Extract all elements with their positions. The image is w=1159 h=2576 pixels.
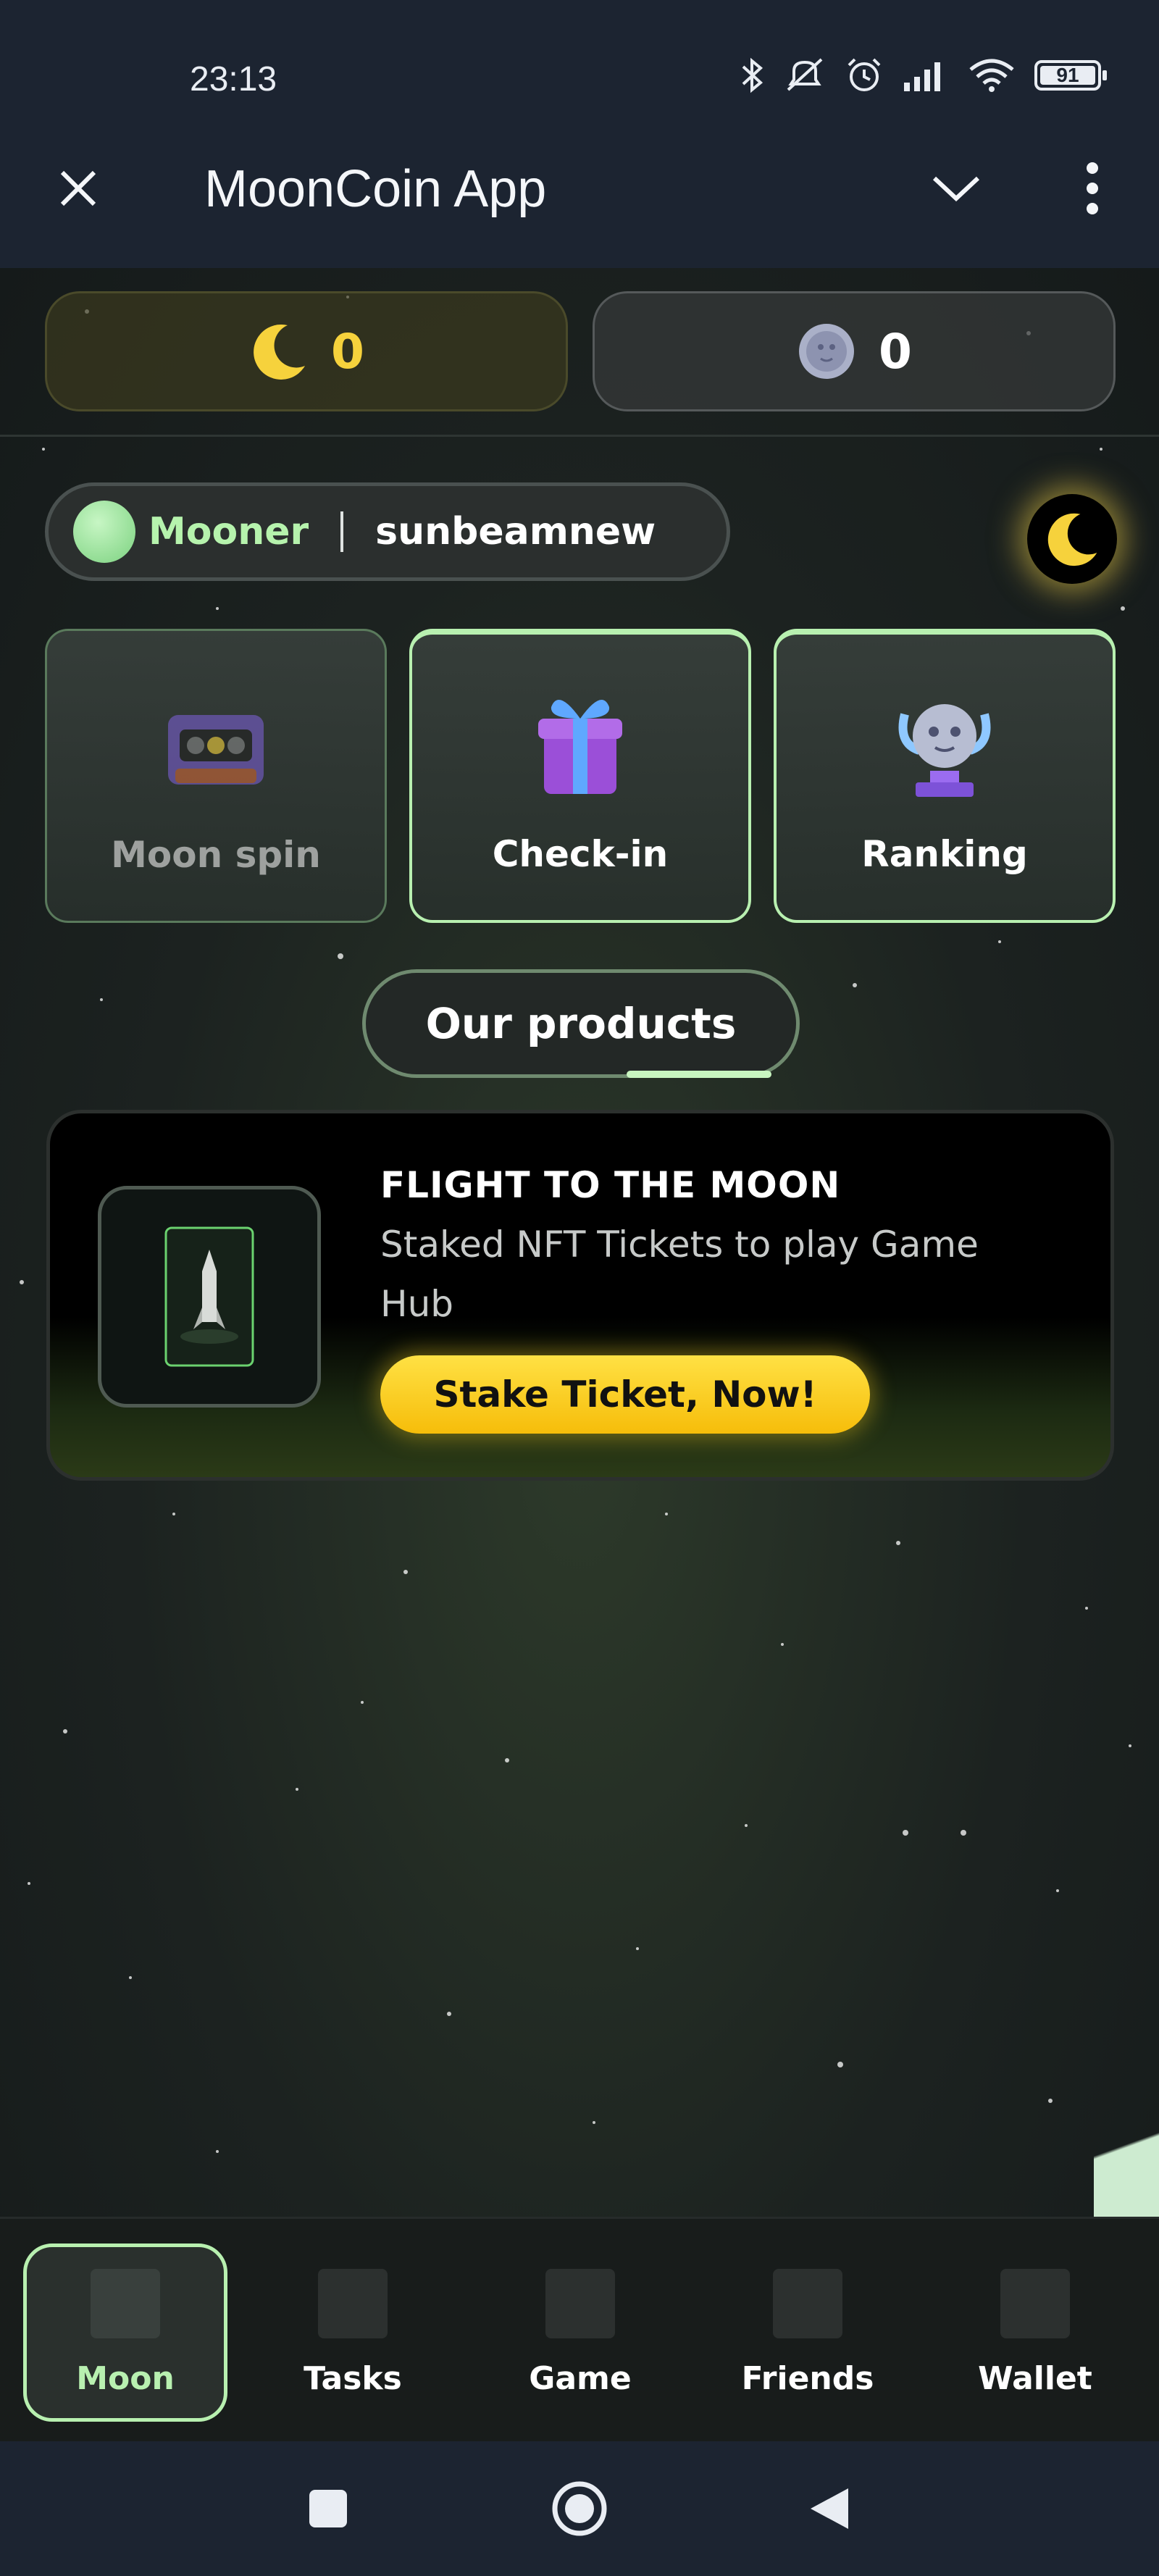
- coin-balance-value: 0: [879, 323, 912, 380]
- check-in-button[interactable]: Check-in: [409, 629, 751, 923]
- stake-ticket-button[interactable]: Stake Ticket, Now!: [380, 1355, 870, 1434]
- moon-balance[interactable]: 0: [45, 291, 568, 411]
- nav-tasks[interactable]: Tasks: [251, 2243, 455, 2422]
- gift-box-icon: [538, 700, 622, 794]
- divider: [0, 435, 1159, 437]
- nav-game[interactable]: Game: [478, 2243, 682, 2422]
- nav-moon[interactable]: Moon: [23, 2243, 227, 2422]
- wallet-nav-icon: [1000, 2268, 1070, 2338]
- username: sunbeamnew: [375, 510, 656, 553]
- product-thumbnail: [98, 1186, 321, 1408]
- nav-label: Friends: [741, 2359, 874, 2397]
- user-role: Mooner: [148, 510, 309, 553]
- chevron-down-icon[interactable]: [927, 159, 985, 217]
- nav-label: Game: [529, 2359, 632, 2397]
- crescent-moon-icon: [1047, 513, 1097, 566]
- moon-nav-icon: [91, 2268, 160, 2338]
- more-vertical-icon[interactable]: [1063, 159, 1121, 217]
- status-bar: 23:13 91: [0, 0, 1159, 138]
- nav-label: Moon: [76, 2359, 175, 2397]
- theme-toggle-button[interactable]: [1027, 494, 1117, 584]
- trophy-moon-icon: [898, 704, 991, 797]
- profile-separator: [340, 511, 344, 552]
- nav-label: Tasks: [304, 2359, 402, 2397]
- product-description: Staked NFT Tickets to play Game Hub: [380, 1224, 979, 1325]
- battery-level: 91: [1056, 64, 1079, 86]
- friends-nav-icon: [773, 2268, 842, 2338]
- home-button[interactable]: [547, 2476, 612, 2541]
- game-nav-icon: [545, 2268, 615, 2338]
- slot-machine-icon: [168, 715, 264, 785]
- avatar: [73, 501, 135, 563]
- system-nav-bar: [0, 2441, 1159, 2576]
- moon-balance-value: 0: [331, 323, 364, 380]
- profile-pill[interactable]: Mooner sunbeamnew: [45, 482, 730, 581]
- rocket-ticket-icon: [164, 1226, 254, 1367]
- circle-icon: [552, 2481, 607, 2536]
- feature-label: Check-in: [492, 833, 669, 875]
- signal-icon: [904, 62, 940, 91]
- feature-label: Moon spin: [111, 834, 321, 876]
- nav-wallet[interactable]: Wallet: [933, 2243, 1137, 2422]
- status-time: 23:13: [190, 60, 277, 99]
- bluetooth-icon: [742, 57, 763, 93]
- status-icons: 91: [739, 57, 1107, 94]
- coin-balance[interactable]: 0: [593, 291, 1116, 411]
- product-title: FLIGHT TO THE MOON: [380, 1164, 841, 1206]
- light-beam-decoration: [1094, 2072, 1159, 2217]
- crescent-moon-icon: [254, 324, 306, 380]
- moon-coin-icon: [799, 324, 855, 379]
- back-button[interactable]: [797, 2476, 862, 2541]
- product-card[interactable]: FLIGHT TO THE MOON Staked NFT Tickets to…: [46, 1110, 1114, 1481]
- wifi-icon: [969, 59, 1014, 92]
- bottom-nav: Moon Tasks Game Friends Wallet: [0, 2217, 1159, 2441]
- square-icon: [309, 2490, 347, 2527]
- moon-spin-button[interactable]: Moon spin: [45, 629, 387, 923]
- nav-friends[interactable]: Friends: [706, 2243, 910, 2422]
- recents-button[interactable]: [296, 2476, 361, 2541]
- our-products-tab[interactable]: Our products: [362, 969, 800, 1078]
- alarm-icon: [848, 58, 881, 91]
- app-header: MoonCoin App: [0, 138, 1159, 268]
- ranking-button[interactable]: Ranking: [774, 629, 1116, 923]
- app-title: MoonCoin App: [204, 160, 547, 218]
- main-content[interactable]: 0 0 Mooner sunbeamnew Moon spin Check-in: [0, 268, 1159, 2217]
- back-triangle-icon: [811, 2488, 848, 2529]
- tasks-nav-icon: [318, 2268, 388, 2338]
- feature-label: Ranking: [861, 833, 1028, 875]
- battery-icon: 91: [1034, 60, 1107, 91]
- mute-icon: [787, 58, 823, 91]
- nav-label: Wallet: [978, 2359, 1092, 2397]
- close-icon[interactable]: [49, 159, 107, 217]
